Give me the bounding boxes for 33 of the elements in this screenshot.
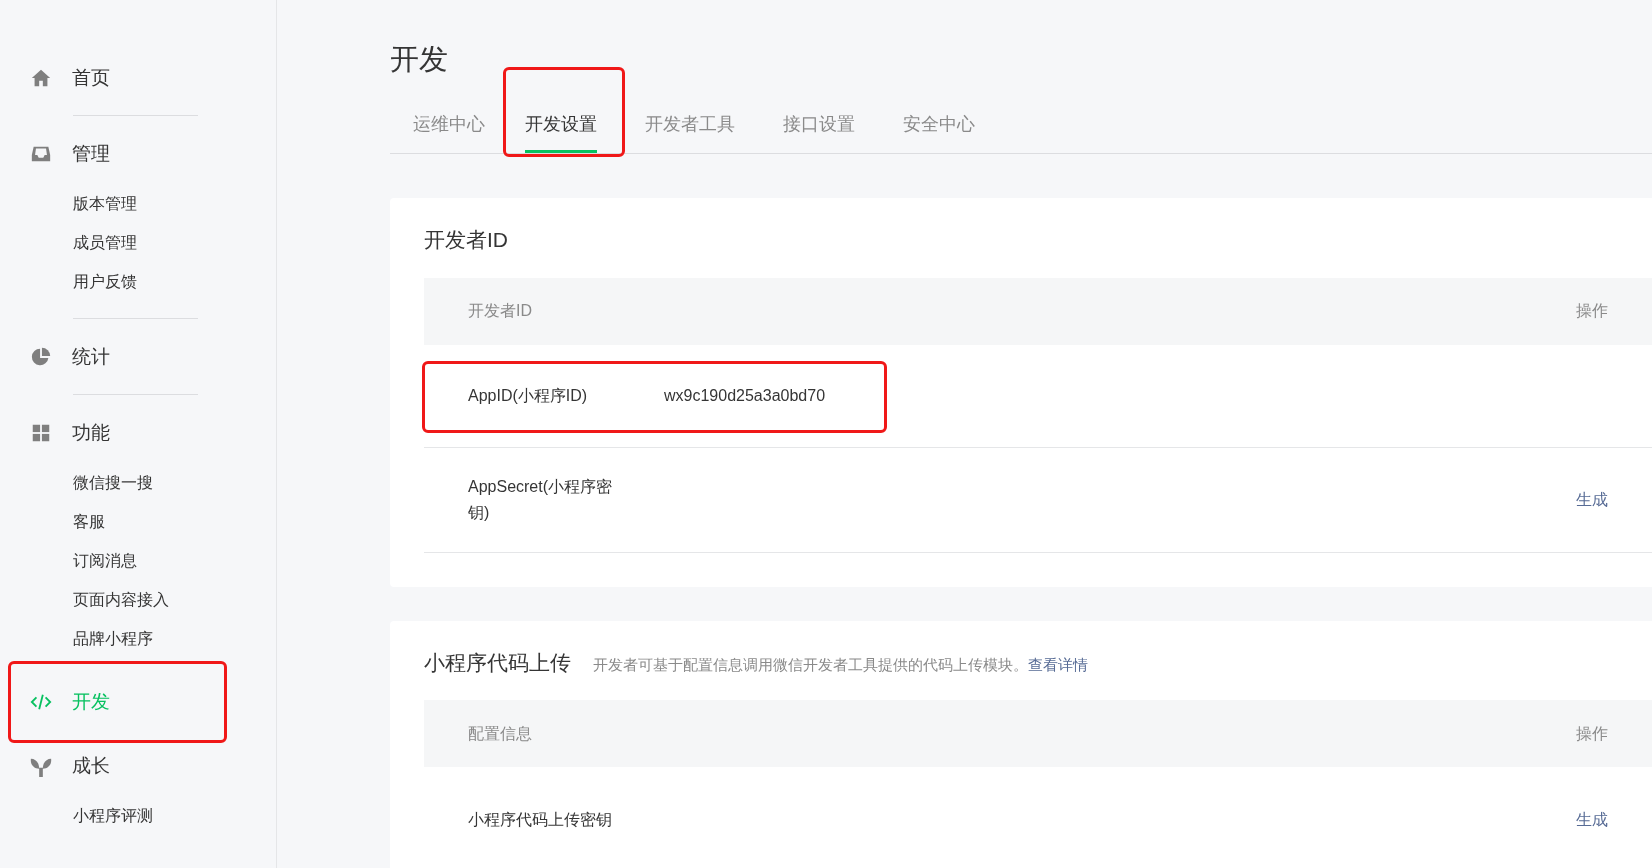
sidebar-subitem[interactable]: 小程序评测	[0, 796, 276, 835]
sidebar-subitem[interactable]: 客服	[0, 502, 276, 541]
row-label: 小程序代码上传密钥	[468, 809, 613, 830]
sidebar-subitem[interactable]: 订阅消息	[0, 541, 276, 580]
sidebar-subitem[interactable]: 成员管理	[0, 223, 276, 262]
sidebar-item[interactable]: 管理	[0, 134, 276, 174]
row-label: AppSecret(小程序密钥)	[468, 476, 614, 523]
description-text: 开发者可基于配置信息调用微信开发者工具提供的代码上传模块。查看详情	[593, 654, 1088, 675]
details-link[interactable]: 查看详情	[1028, 655, 1088, 673]
card-title: 开发者ID	[424, 227, 508, 254]
sidebar-subitem[interactable]: 版本管理	[0, 184, 276, 223]
generate-link[interactable]: 生成	[1576, 807, 1608, 832]
tab[interactable]: 开发设置	[525, 100, 597, 154]
pie-chart-icon	[30, 346, 52, 368]
row-label: AppID(小程序ID)	[468, 385, 589, 406]
sidebar-item[interactable]: 统计	[0, 337, 276, 377]
sidebar-subitem[interactable]: 用户反馈	[0, 262, 276, 301]
home-icon	[30, 67, 52, 89]
generate-link[interactable]: 生成	[1576, 487, 1608, 512]
sidebar-subitem[interactable]: 微信搜一搜	[0, 463, 276, 502]
sidebar-item[interactable]: 首页	[0, 58, 276, 98]
sidebar-subitem[interactable]: 品牌小程序	[0, 619, 276, 658]
sidebar-item[interactable]: 成长	[0, 746, 276, 786]
card-title: 小程序代码上传	[424, 649, 571, 676]
grid-icon	[30, 422, 52, 444]
column-header: 开发者ID	[468, 301, 532, 322]
row-value: wx9c190d25a3a0bd70	[664, 385, 826, 406]
column-header: 操作	[1576, 723, 1608, 744]
sidebar-item[interactable]: 功能	[0, 413, 276, 453]
column-header: 配置信息	[468, 723, 532, 744]
page-title: 开发	[390, 42, 449, 77]
sidebar-subitem[interactable]: 页面内容接入	[0, 580, 276, 619]
column-header: 操作	[1576, 301, 1608, 322]
